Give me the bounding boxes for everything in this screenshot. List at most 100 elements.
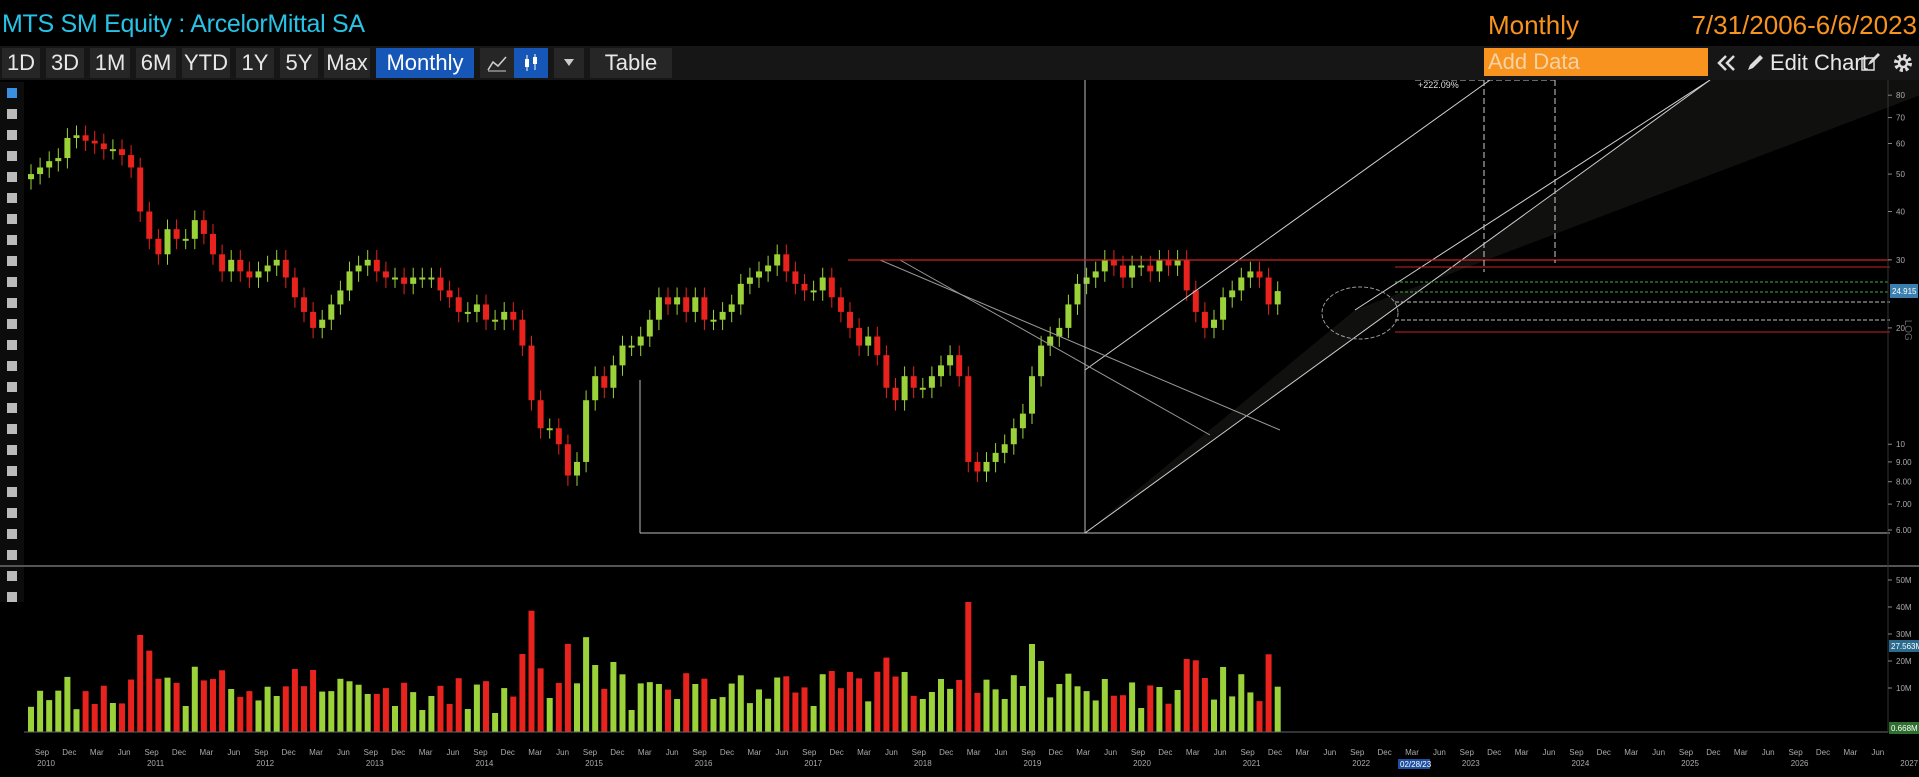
month-tick-label: Dec: [1597, 748, 1611, 757]
month-tick-label: Sep: [1460, 748, 1475, 757]
price-tick-label: 7.00: [1896, 500, 1912, 509]
candle-body: [382, 271, 389, 278]
volume-bar: [910, 695, 917, 732]
candle-body: [865, 336, 872, 346]
volume-bar: [1211, 699, 1217, 732]
candle-body: [173, 229, 180, 239]
volume-bar: [119, 703, 125, 732]
candle-body: [910, 376, 917, 388]
pencil-icon[interactable]: [1744, 50, 1766, 76]
year-tick-label: 2023: [1462, 759, 1480, 768]
month-tick-label: Sep: [1240, 748, 1255, 757]
candle-body: [674, 297, 681, 305]
volume-bar: [692, 684, 699, 732]
candle-body: [46, 161, 53, 168]
table-button[interactable]: Table: [590, 48, 672, 78]
collapse-left-icon[interactable]: [1714, 50, 1738, 76]
year-tick-label: 2015: [585, 759, 603, 768]
month-tick-label: Dec: [1158, 748, 1172, 757]
volume-bar: [1065, 673, 1072, 732]
month-tick-label: Dec: [1268, 748, 1282, 757]
period-label[interactable]: Monthly: [1488, 10, 1579, 41]
range-5y-button[interactable]: 5Y: [280, 48, 318, 78]
volume-bar: [601, 688, 608, 732]
volume-bar: [628, 710, 635, 732]
volume-bar: [1138, 708, 1145, 732]
candle-body: [610, 365, 617, 388]
month-tick-label: Mar: [1296, 748, 1310, 757]
edit-chart-button[interactable]: Edit Chart: [1770, 46, 1868, 80]
candle-body: [291, 277, 298, 298]
candle-body: [692, 297, 699, 312]
volume-bar: [965, 602, 972, 732]
candle-body: [100, 143, 107, 150]
volume-bar: [701, 678, 708, 732]
volume-bar: [28, 706, 34, 732]
add-data-input[interactable]: Add Data: [1484, 48, 1708, 76]
candlestick-icon[interactable]: [514, 48, 548, 78]
price-tick-label: 70: [1896, 114, 1905, 123]
candle-body: [483, 304, 489, 320]
zero-volume-label: 0.668M: [1891, 724, 1918, 733]
month-tick-label: Dec: [62, 748, 76, 757]
year-tick-label: 2022: [1352, 759, 1370, 768]
volume-bar: [546, 698, 553, 732]
range-6m-button[interactable]: 6M: [136, 48, 176, 78]
candle-body: [628, 345, 635, 348]
candle-body: [1074, 283, 1081, 305]
candle-body: [983, 461, 990, 472]
volume-bar: [246, 691, 253, 732]
volume-bar: [382, 688, 389, 732]
month-tick-label: Jun: [1323, 748, 1336, 757]
volume-bar: [610, 662, 617, 732]
volume-bar: [191, 666, 198, 732]
settings-gear-icon[interactable]: [1890, 49, 1916, 77]
line-chart-icon[interactable]: [480, 48, 514, 78]
candle-body: [1174, 259, 1181, 266]
volume-bar: [828, 671, 835, 732]
range-3d-button[interactable]: 3D: [46, 48, 84, 78]
volume-bar: [1019, 686, 1026, 732]
volume-bar: [1056, 684, 1063, 732]
chart-type-dropdown-icon[interactable]: [554, 48, 584, 78]
price-volume-chart[interactable]: +222.09% 80 70 60 50 40 30 2010 9.00 8.00 7.00 6.0…: [0, 80, 1919, 777]
candle-body: [819, 277, 826, 291]
candle-body: [255, 271, 262, 278]
range-1m-button[interactable]: 1M: [90, 48, 130, 78]
month-tick-label: Mar: [528, 748, 542, 757]
last-volume-label: 27.563M: [1891, 642, 1919, 651]
volume-bar: [109, 703, 116, 732]
range-max-button[interactable]: Max: [324, 48, 370, 78]
month-tick-label: Dec: [281, 748, 295, 757]
date-range[interactable]: 7/31/2006-6/6/2023: [1691, 10, 1917, 41]
volume-bar: [1192, 660, 1199, 732]
edit-icon[interactable]: [1858, 50, 1882, 76]
range-1y-button[interactable]: 1Y: [236, 48, 274, 78]
volume-bar: [938, 679, 944, 732]
range-1d-button[interactable]: 1D: [2, 48, 40, 78]
volume-bar: [373, 693, 380, 732]
month-tick-label: Jun: [885, 748, 898, 757]
volume-pane[interactable]: [28, 602, 1281, 732]
volume-bar: [783, 676, 790, 732]
month-tick-label: Sep: [1569, 748, 1584, 757]
month-tick-label: Jun: [556, 748, 569, 757]
volume-bar: [82, 691, 89, 732]
candle-body: [810, 290, 817, 293]
month-tick-label: Sep: [692, 748, 707, 757]
candle-body: [337, 290, 344, 305]
candle-body: [319, 319, 326, 328]
candle-body: [574, 461, 580, 476]
month-tick-label: Dec: [829, 748, 843, 757]
volume-tick-label: 40M: [1896, 603, 1912, 612]
candle-body: [473, 304, 480, 312]
range-ytd-button[interactable]: YTD: [182, 48, 230, 78]
candle-body: [373, 259, 380, 272]
frequency-dropdown[interactable]: Monthly ▼: [376, 48, 474, 105]
volume-bar: [665, 689, 671, 732]
month-tick-label: Jun: [995, 748, 1008, 757]
security-title: MTS SM Equity : ArcelorMittal SA: [2, 10, 365, 38]
year-tick-label: 2026: [1791, 759, 1809, 768]
volume-bar: [992, 689, 999, 732]
price-pane[interactable]: [24, 80, 1888, 566]
